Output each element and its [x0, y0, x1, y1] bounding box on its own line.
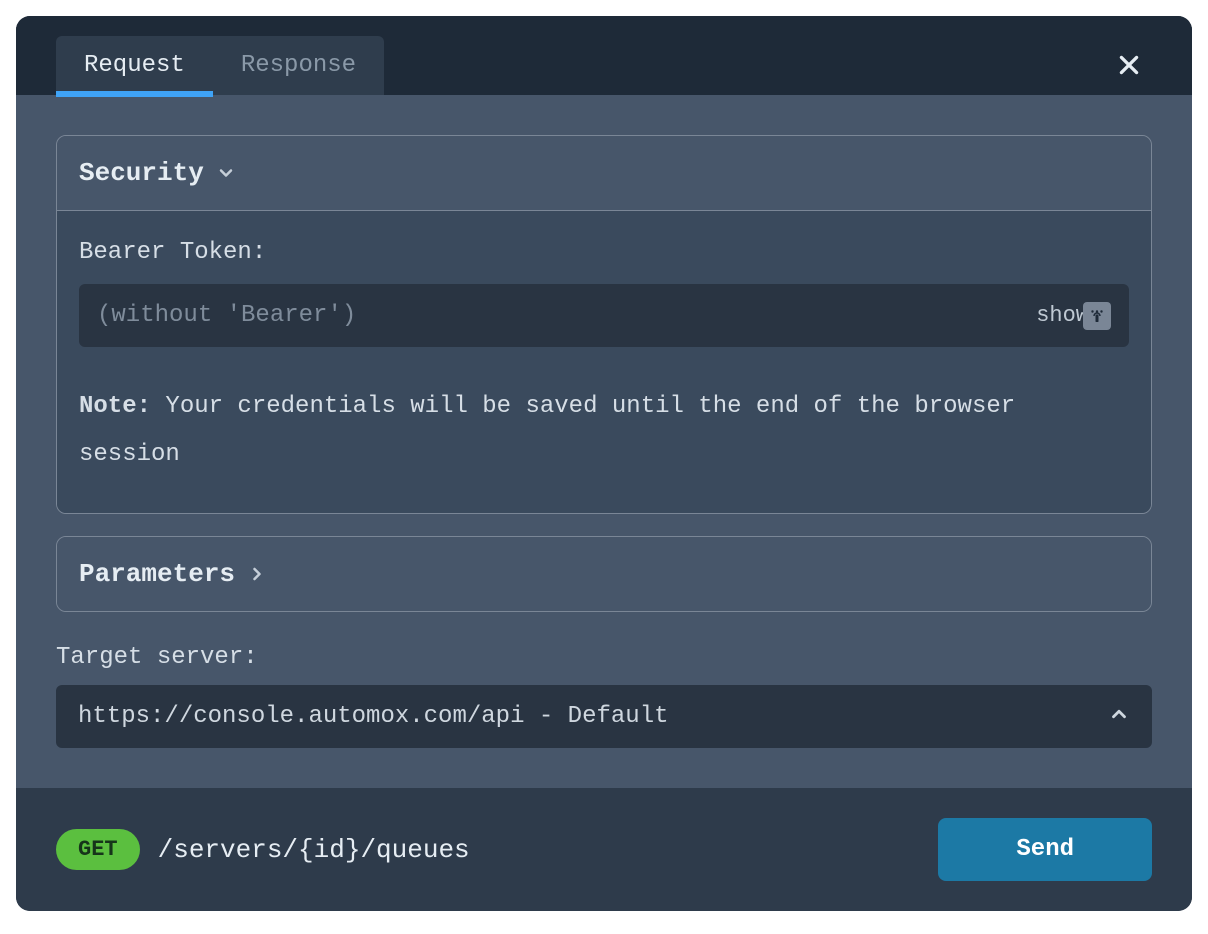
close-button[interactable] [1106, 46, 1152, 93]
show-token-label: show [1036, 303, 1089, 328]
modal-content: Security Bearer Token: show [16, 95, 1192, 788]
tabs-container: Request Response [56, 36, 384, 95]
tab-bar: Request Response [16, 16, 1192, 95]
tab-response-label: Response [241, 52, 356, 79]
close-icon [1116, 51, 1142, 89]
target-server-value: https://console.automox.com/api - Defaul… [78, 703, 669, 730]
target-server-select[interactable]: https://console.automox.com/api - Defaul… [56, 685, 1152, 748]
endpoint-display: GET /servers/{id}/queues [56, 829, 470, 870]
api-try-modal: Request Response Security Bearer Token: [16, 16, 1192, 911]
bearer-token-input[interactable] [79, 284, 1129, 347]
chevron-down-icon [216, 163, 236, 183]
tab-request[interactable]: Request [56, 36, 213, 95]
http-method-badge: GET [56, 829, 140, 870]
tab-request-label: Request [84, 52, 185, 79]
parameters-title: Parameters [79, 559, 235, 589]
bearer-token-label: Bearer Token: [79, 239, 1129, 266]
tab-response[interactable]: Response [213, 36, 384, 95]
security-panel: Security Bearer Token: show [56, 135, 1152, 514]
bearer-input-wrap: show [79, 284, 1129, 347]
security-body: Bearer Token: show Note: Your credential… [57, 211, 1151, 513]
modal-footer: GET /servers/{id}/queues Send [16, 788, 1192, 911]
parameters-panel: Parameters [56, 536, 1152, 612]
target-server-label: Target server: [56, 644, 1152, 671]
security-header[interactable]: Security [57, 136, 1151, 211]
chevron-right-icon [247, 564, 267, 584]
show-token-button[interactable]: show [1036, 302, 1111, 330]
security-note-body: Your credentials will be saved until the… [79, 393, 1015, 468]
chevron-up-icon [1108, 703, 1130, 730]
parameters-header[interactable]: Parameters [57, 537, 1151, 611]
password-manager-icon [1083, 302, 1111, 330]
send-button[interactable]: Send [938, 818, 1152, 881]
tab-active-indicator [56, 91, 213, 97]
endpoint-path: /servers/{id}/queues [158, 835, 470, 865]
security-title: Security [79, 158, 204, 188]
security-note: Note: Your credentials will be saved unt… [79, 383, 1129, 479]
security-note-prefix: Note: [79, 393, 151, 420]
